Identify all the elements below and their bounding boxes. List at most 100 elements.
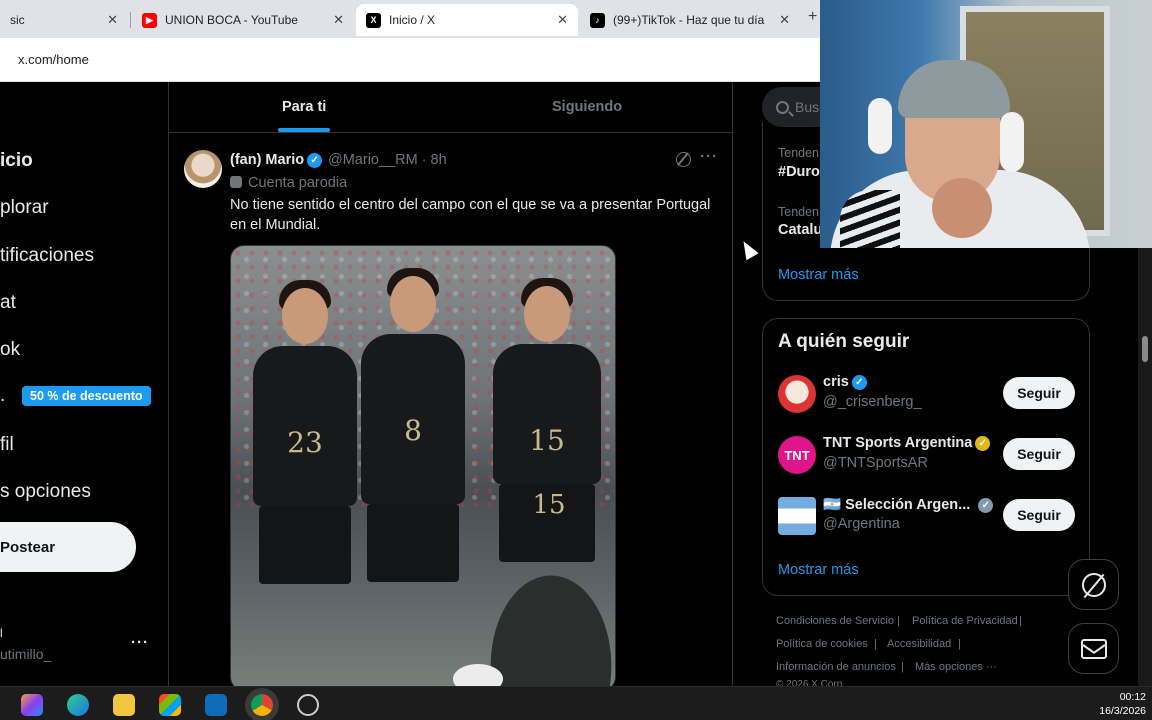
grok-floating-button[interactable] [1068,559,1119,610]
page-scrollbar[interactable] [1138,248,1152,686]
tab-following[interactable]: Siguiendo [552,99,622,115]
tab-label: (99+)TikTok - Haz que tu día se [613,13,765,27]
jersey-number: 23 [287,426,323,459]
suggestion-handle: @Argentina [823,516,900,532]
parody-label-text: Cuenta parodia [248,175,348,191]
nav-grok[interactable]: ok [0,339,20,361]
footer-link-ads-info[interactable]: Información de anuncios [776,661,896,673]
post-button[interactable]: Postear [0,522,136,572]
suggestion-handle: @_crisenberg_ [823,394,922,410]
suggestion-name[interactable]: TNT Sports Argentina ✓ [823,435,991,451]
player-shorts: 15 [499,484,595,562]
account-handle[interactable]: utimillo_ [0,646,51,662]
footer-separator: | [958,638,961,650]
suggestion-name[interactable]: cris ✓ [823,374,867,390]
follow-button[interactable]: Seguir [1003,438,1075,470]
nav-profile[interactable]: fil [0,434,14,456]
footer-link-accessibility[interactable]: Accesibilidad [887,638,951,650]
tweet-more-button[interactable]: ··· [700,148,718,165]
footer-link-cookies[interactable]: Política de cookies [776,638,868,650]
avatar[interactable] [778,497,816,535]
tweet-handle-time[interactable]: @Mario__RM · 8h [328,152,447,168]
outlook-icon[interactable] [205,694,227,716]
clock-date: 16/3/2026 [1099,705,1146,717]
follow-suggestion[interactable]: 🇦🇷 Selección Argen... ✓ @Argentina Seguir [763,490,1089,544]
tweet-image[interactable]: 23 8 15 15 [230,245,616,691]
system-clock[interactable]: 00:12 16/3/2026 [1099,690,1146,718]
new-tab-button[interactable]: + [808,8,817,26]
parody-label: Cuenta parodia [230,175,347,191]
who-to-follow-title: A quién seguir [778,331,910,352]
tab-music[interactable]: sic ✕ [0,4,128,36]
tab-label: sic [10,13,25,27]
avatar[interactable]: TNT [778,436,816,474]
player-shorts [259,506,351,584]
tab-x-home[interactable]: X Inicio / X ✕ [356,4,578,36]
close-icon[interactable]: ✕ [107,12,118,28]
url-text[interactable]: x.com/home [18,52,89,67]
trend-item[interactable]: #Duro [778,164,820,180]
scrollbar-thumb[interactable] [1142,336,1148,362]
player-shorts [367,504,459,582]
discount-badge[interactable]: 50 % de descuento [22,386,151,406]
footer-link-privacy[interactable]: Política de Privacidad [912,615,1018,627]
trends-show-more-link[interactable]: Mostrar más [778,267,859,283]
avatar[interactable] [184,150,222,188]
nav-more-options[interactable]: s opciones [0,481,91,503]
account-menu-button[interactable]: ··· [131,634,149,651]
who-to-follow-show-more-link[interactable]: Mostrar más [778,562,859,578]
close-icon[interactable]: ✕ [557,12,568,28]
tweet-author-name[interactable]: (fan) Mario [230,152,304,168]
shorts-number: 15 [532,490,566,520]
footer-separator: | [901,661,904,673]
footer-separator: | [1019,615,1022,627]
close-icon[interactable]: ✕ [779,12,790,28]
chrome-icon[interactable] [251,694,273,716]
os-taskbar: 00:12 16/3/2026 [0,686,1152,720]
nav-chat[interactable]: at [0,292,16,314]
youtube-icon: ▶ [142,12,157,28]
file-explorer-icon[interactable] [113,694,135,716]
close-icon[interactable]: ✕ [333,12,344,28]
edge-icon[interactable] [67,694,89,716]
parody-mask-icon [230,176,242,188]
follow-suggestion[interactable]: TNT TNT Sports Argentina ✓ @TNTSportsAR S… [763,429,1089,483]
tab-youtube[interactable]: ▶ UNION BOCA - YouTube ✕ [132,4,354,36]
suggestion-name[interactable]: 🇦🇷 Selección Argen... ✓ [823,496,994,513]
store-icon[interactable] [159,694,181,716]
jersey-number: 8 [404,414,422,447]
trend-category: Tenden [778,146,820,160]
account-mark: l [0,626,3,640]
footer-link-terms[interactable]: Condiciones de Servicio [776,615,894,627]
player-head [282,288,328,344]
copilot-icon[interactable] [21,694,43,716]
suggestion-name-text[interactable]: TNT Sports Argentina [823,435,972,451]
trend-item[interactable]: Catalu [778,222,822,238]
tiktok-icon: ♪ [590,12,605,28]
tweet-author[interactable]: (fan) Mario ✓ [230,152,323,168]
player-head [524,286,570,342]
grok-icon [1081,572,1106,597]
follow-suggestion[interactable]: cris ✓ @_crisenberg_ Seguir [763,368,1089,422]
messages-floating-button[interactable] [1068,623,1119,674]
verified-gray-badge-icon: ✓ [978,497,994,513]
verified-gold-badge-icon: ✓ [975,435,991,451]
tab-for-you[interactable]: Para ti [282,99,326,115]
footer-link-more-options[interactable]: Más opciones ··· [915,661,997,673]
suggestion-name-text[interactable]: 🇦🇷 Selección Argen... [823,497,970,513]
follow-button[interactable]: Seguir [1003,499,1075,531]
nav-notifications[interactable]: tificaciones [0,245,94,267]
tab-active-indicator [278,128,330,132]
timeline: Para ti Siguiendo (fan) Mario ✓ @Mario__R… [168,82,733,691]
nav-explore[interactable]: plorar [0,197,49,219]
clock-time: 00:12 [1119,691,1146,703]
suggestion-name-text[interactable]: cris [823,374,849,390]
who-to-follow-panel: A quién seguir cris ✓ @_crisenberg_ Segui… [762,318,1090,596]
screen-recorder-icon[interactable] [297,694,319,716]
nav-home[interactable]: icio [0,150,33,172]
follow-button[interactable]: Seguir [1003,377,1075,409]
grok-icon[interactable] [676,152,691,167]
tab-tiktok[interactable]: ♪ (99+)TikTok - Haz que tu día se ✕ [580,4,800,36]
nav-premium[interactable]: . [0,385,5,407]
avatar[interactable] [778,375,816,413]
